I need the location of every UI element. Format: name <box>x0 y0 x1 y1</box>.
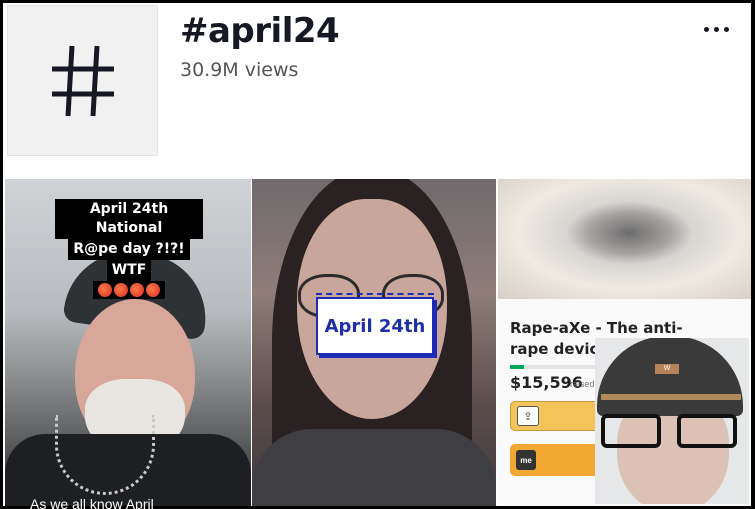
view-count: 30.9M views <box>180 59 299 81</box>
angry-face-icon <box>146 283 160 297</box>
caption-line: April 24th National <box>55 199 203 239</box>
me-icon: me <box>516 450 536 470</box>
bottom-caption: As we all know April <box>30 496 154 509</box>
hashtag-icon <box>51 45 114 116</box>
video-caption-overlay: April 24th National R@pe day ?!?! WTF <box>55 199 203 303</box>
angry-emoji-row <box>93 281 165 299</box>
caption-line: R@pe day ?!?! <box>68 239 190 260</box>
angry-face-icon <box>98 283 112 297</box>
angry-face-icon <box>114 283 128 297</box>
caption-line: WTF <box>106 260 152 281</box>
video-thumbnail-2[interactable]: April 24th <box>252 179 496 506</box>
progress-fill <box>510 365 524 369</box>
beanie-stripe <box>601 394 741 400</box>
beanie-image <box>597 338 743 416</box>
share-icon: ⇪ <box>517 406 539 426</box>
video-thumbnail-1[interactable]: April 24th National R@pe day ?!?! WTF <box>5 179 251 506</box>
glasses-image <box>599 414 745 448</box>
hashtag-avatar <box>7 5 158 156</box>
more-options-icon[interactable] <box>698 21 735 38</box>
shirt-image <box>252 429 496 506</box>
hashtag-page: #april24 30.9M views April 24th National… <box>3 3 751 506</box>
device-photo <box>498 179 751 299</box>
raised-label: raised <box>570 379 595 389</box>
date-sticker: April 24th <box>316 293 434 355</box>
beanie-tag: W <box>655 364 679 374</box>
creator-overlay-video: W <box>595 338 749 504</box>
angry-face-icon <box>130 283 144 297</box>
page-title: #april24 <box>180 11 340 51</box>
